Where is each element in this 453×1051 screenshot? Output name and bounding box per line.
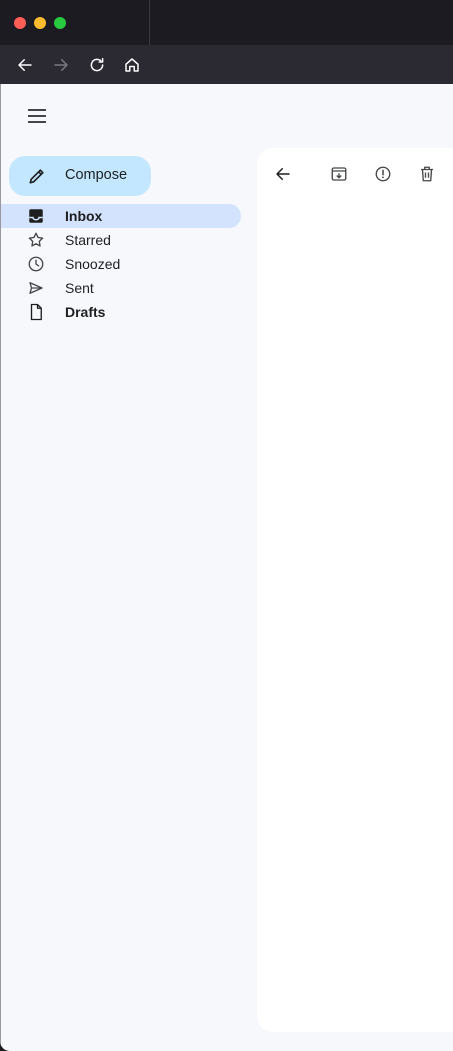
- archive-button[interactable]: [327, 162, 351, 186]
- delete-button[interactable]: [415, 162, 439, 186]
- tab-divider: [149, 0, 150, 45]
- pencil-icon: [29, 169, 44, 184]
- browser-window: Compose Inbox Starred Snoozed Sent Draft…: [0, 0, 453, 1051]
- report-spam-icon: [375, 166, 391, 182]
- message-panel: [257, 148, 453, 1032]
- forward-arrow-icon: [54, 59, 68, 71]
- sidebar-item-inbox[interactable]: Inbox: [0, 204, 241, 228]
- main-menu-button[interactable]: [25, 104, 49, 128]
- sidebar-item-snoozed[interactable]: Snoozed: [0, 252, 241, 276]
- sidebar-item-label: Drafts: [65, 304, 106, 320]
- reload-icon: [90, 57, 104, 72]
- sidebar-item-label: Starred: [65, 232, 111, 248]
- minimize-window-button[interactable]: [34, 17, 46, 29]
- archive-icon: [331, 167, 347, 181]
- sidebar-item-label: Snoozed: [65, 256, 121, 272]
- window-edge: [0, 84, 1, 1051]
- sidebar-item-drafts[interactable]: Drafts: [0, 300, 241, 324]
- report-spam-button[interactable]: [371, 162, 395, 186]
- back-to-inbox-button[interactable]: [271, 162, 295, 186]
- compose-button[interactable]: Compose: [9, 156, 151, 196]
- browser-reload-button[interactable]: [86, 54, 108, 76]
- send-icon: [29, 282, 43, 294]
- draft-icon: [30, 303, 42, 321]
- clock-icon: [28, 256, 44, 272]
- back-arrow-icon: [18, 59, 32, 71]
- close-window-button[interactable]: [14, 17, 26, 29]
- browser-back-button[interactable]: [14, 54, 36, 76]
- maximize-window-button[interactable]: [54, 17, 66, 29]
- title-bar: [0, 0, 453, 45]
- sidebar-item-sent[interactable]: Sent: [0, 276, 241, 300]
- delete-icon: [421, 166, 433, 182]
- browser-home-button[interactable]: [121, 54, 143, 76]
- inbox-icon: [29, 209, 43, 223]
- sidebar-item-label: Sent: [65, 280, 94, 296]
- compose-label: Compose: [65, 167, 128, 183]
- sidebar-item-label: Inbox: [65, 208, 103, 224]
- browser-forward-button[interactable]: [50, 54, 72, 76]
- sidebar-item-starred[interactable]: Starred: [0, 228, 241, 252]
- back-arrow-icon: [276, 168, 290, 180]
- browser-toolbar: [0, 45, 453, 84]
- star-icon: [28, 232, 44, 247]
- mail-app: Compose Inbox Starred Snoozed Sent Draft…: [0, 84, 453, 1051]
- hamburger-menu-icon: [28, 109, 46, 123]
- home-icon: [125, 58, 139, 72]
